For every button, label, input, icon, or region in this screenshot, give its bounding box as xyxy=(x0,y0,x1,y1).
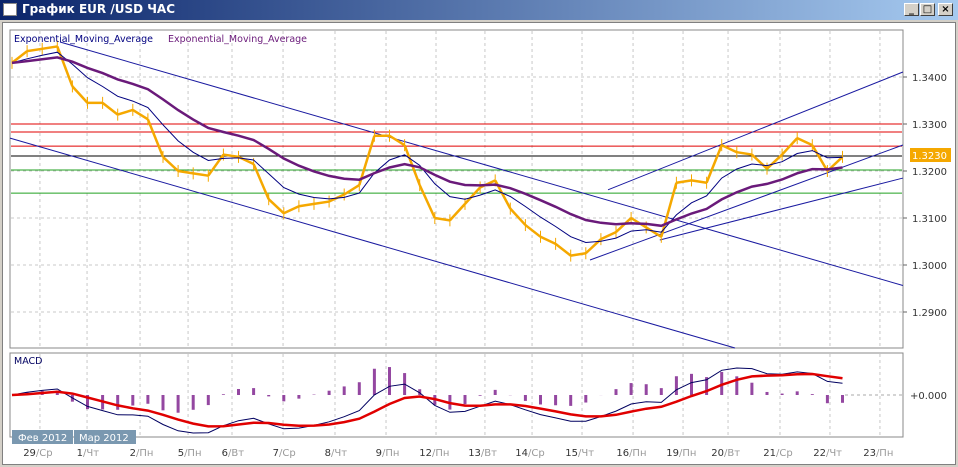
x-tick-weekday: /Пн xyxy=(382,448,399,459)
price-segment xyxy=(162,155,179,172)
y-tick-label: 1.3100 xyxy=(912,214,947,225)
y-tick-label: 1.3000 xyxy=(912,261,947,272)
x-tick-day: 12 xyxy=(419,448,432,459)
macd-title: MACD xyxy=(14,356,42,367)
x-tick-weekday: /Ср xyxy=(279,448,296,459)
price-segment xyxy=(554,242,572,257)
legend-ema-fast: Exponential_Moving_Average xyxy=(14,34,153,45)
price-segment xyxy=(434,216,451,222)
price-segment xyxy=(570,252,586,257)
price-segment xyxy=(676,179,692,184)
x-tick-day: 15 xyxy=(565,448,578,459)
price-segment xyxy=(796,136,813,147)
y-tick-label: 1.2900 xyxy=(912,308,947,319)
trendline xyxy=(59,41,904,286)
price-segment xyxy=(117,108,134,116)
trendline xyxy=(607,71,904,191)
x-tick-day: 19 xyxy=(666,448,679,459)
price-segment xyxy=(524,224,542,238)
price-segment xyxy=(146,118,165,158)
x-tick-weekday: /Вт xyxy=(481,448,497,459)
x-tick-weekday: /Вт xyxy=(724,448,740,459)
x-tick-weekday: /Чт xyxy=(578,448,594,459)
x-tick-day: 22 xyxy=(813,448,826,459)
x-tick-day: 23 xyxy=(863,448,876,459)
y-tick-label: 1.3200 xyxy=(912,167,947,178)
x-tick-day: 29 xyxy=(23,448,36,459)
time-axis: 29/Ср 1/Чт 2/Пн 5/Пн 6/Вт 7/Ср 8/Чт 9/Пн 12/Пн 13… xyxy=(23,448,893,459)
price-segment xyxy=(71,85,89,104)
x-tick-day: 13 xyxy=(468,448,481,459)
price-segment xyxy=(751,153,768,170)
price-series xyxy=(11,40,844,262)
price-segment xyxy=(539,235,557,245)
price-axis: 1.3400 1.3300 1.3200 1.3100 1.3000 1.2900 xyxy=(903,73,947,319)
price-segment xyxy=(298,202,315,208)
x-tick-weekday: /Чт xyxy=(83,448,99,459)
price-segment xyxy=(252,163,270,200)
y-tick-label: 1.3400 xyxy=(912,73,947,84)
current-price-label: 1.3230 xyxy=(912,151,947,162)
x-tick-weekday: /Пн xyxy=(876,448,893,459)
price-segment xyxy=(42,45,58,51)
price-segment xyxy=(101,101,119,116)
chart-canvas[interactable]: 1.34001.33001.32001.31001.30001.2900 29/… xyxy=(0,0,958,467)
x-tick-weekday: /Пн xyxy=(184,448,201,459)
x-tick-day: 21 xyxy=(763,448,776,459)
price-segment xyxy=(267,198,285,215)
price-segment xyxy=(193,172,209,177)
price-segment xyxy=(283,205,300,215)
macd-panel-frame xyxy=(9,352,904,438)
trendline xyxy=(589,144,904,261)
x-tick-weekday: /Пн xyxy=(679,448,696,459)
y-tick-label: 1.3300 xyxy=(912,120,947,131)
price-segment xyxy=(811,144,829,172)
price-segment xyxy=(223,153,239,159)
macd-series xyxy=(11,367,844,434)
x-tick-weekday: /Ср xyxy=(776,448,793,459)
x-tick-weekday: /Чт xyxy=(826,448,842,459)
price-segment xyxy=(691,179,707,184)
x-tick-weekday: /Пн xyxy=(629,448,646,459)
x-tick-weekday: /Пн xyxy=(432,448,449,459)
price-panel-frame xyxy=(9,29,904,349)
macd-line xyxy=(11,367,843,434)
x-tick-day: 16 xyxy=(616,448,629,459)
legend-ema-slow: Exponential_Moving_Average xyxy=(168,34,307,45)
price-segment xyxy=(736,150,753,156)
price-segment xyxy=(207,153,225,177)
x-tick-weekday: /Чт xyxy=(331,448,347,459)
macd-signal-line xyxy=(11,372,843,428)
price-segment xyxy=(509,207,527,226)
price-segment xyxy=(766,153,783,170)
price-segment xyxy=(177,169,194,175)
macd-zero-label: +0.000 xyxy=(910,391,947,402)
price-segment xyxy=(705,144,723,184)
month-label-mar: Мар 2012 xyxy=(79,433,129,444)
x-tick-day: 14 xyxy=(515,448,528,459)
price-segment xyxy=(418,184,436,219)
x-tick-weekday: /Ср xyxy=(528,448,545,459)
price-segment xyxy=(313,200,330,206)
x-tick-weekday: /Ср xyxy=(36,448,53,459)
month-label-feb: Фев 2012 xyxy=(18,433,67,444)
ema-fast-line xyxy=(11,51,843,244)
x-tick-day: 20 xyxy=(711,448,724,459)
trendline xyxy=(659,177,904,241)
x-tick-weekday: /Вт xyxy=(228,448,244,459)
x-tick-weekday: /Пн xyxy=(136,448,153,459)
price-segment xyxy=(56,46,74,87)
